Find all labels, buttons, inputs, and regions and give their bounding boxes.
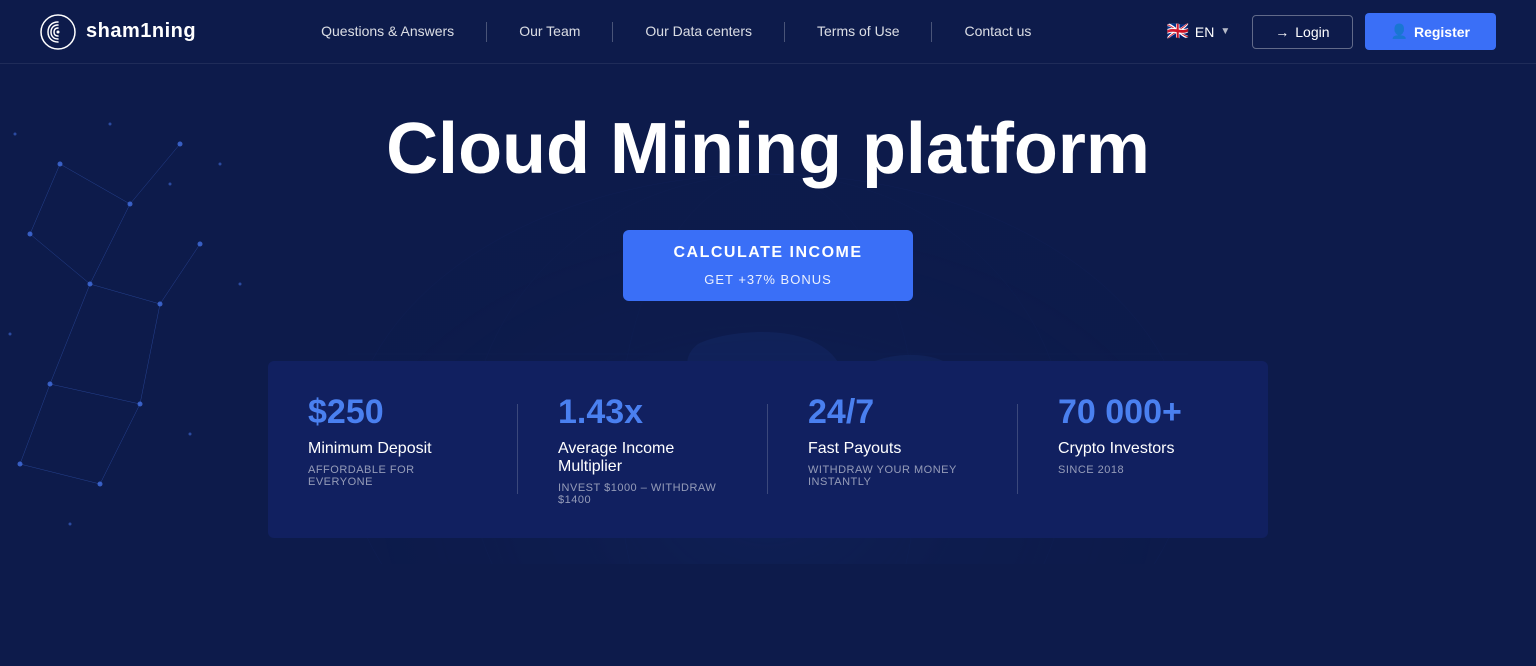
register-label: Register (1414, 24, 1470, 40)
stat-value-deposit: $250 (308, 393, 478, 432)
stat-label-payouts: Fast Payouts (808, 440, 978, 458)
stat-sublabel-deposit: AFFORDABLE FOR EVERYONE (308, 464, 478, 488)
hero-section: Cloud Mining platform CALCULATE INCOME G… (0, 64, 1536, 564)
register-button[interactable]: 👤 Register (1365, 13, 1496, 50)
stat-sublabel-investors: SINCE 2018 (1058, 464, 1228, 476)
logo-text: sham1ning (86, 20, 196, 43)
cta-button[interactable]: CALCULATE INCOME GET +37% BONUS (623, 230, 913, 301)
hero-title: Cloud Mining platform (386, 110, 1150, 189)
stat-sublabel-payouts: WITHDRAW YOUR MONEY INSTANTLY (808, 464, 978, 488)
login-button[interactable]: → Login (1252, 15, 1352, 49)
cta-sub-text: GET +37% BONUS (623, 268, 913, 301)
nav-team[interactable]: Our Team (519, 23, 580, 39)
user-icon: 👤 (1391, 23, 1408, 40)
stat-value-investors: 70 000+ (1058, 393, 1228, 432)
nav-sep-2 (612, 22, 613, 42)
main-nav: Questions & Answers Our Team Our Data ce… (321, 22, 1031, 42)
stat-sublabel-multiplier: INVEST $1000 – WITHDRAW $1400 (558, 482, 728, 506)
nav-contact[interactable]: Contact us (964, 23, 1031, 39)
logo-icon (40, 14, 76, 50)
stat-payouts: 24/7 Fast Payouts WITHDRAW YOUR MONEY IN… (768, 393, 1018, 506)
nav-sep-4 (931, 22, 932, 42)
stat-value-multiplier: 1.43x (558, 393, 728, 432)
stat-multiplier: 1.43x Average Income Multiplier INVEST $… (518, 393, 768, 506)
chevron-down-icon: ▼ (1220, 26, 1230, 37)
hero-content: Cloud Mining platform CALCULATE INCOME G… (0, 64, 1536, 564)
stat-label-investors: Crypto Investors (1058, 440, 1228, 458)
lang-code: EN (1195, 24, 1214, 40)
nav-terms[interactable]: Terms of Use (817, 23, 899, 39)
stat-label-deposit: Minimum Deposit (308, 440, 478, 458)
nav-sep-1 (486, 22, 487, 42)
language-selector[interactable]: 🇬🇧 EN ▼ (1156, 15, 1240, 48)
stats-bar: $250 Minimum Deposit AFFORDABLE FOR EVER… (268, 361, 1268, 538)
login-label: Login (1295, 24, 1329, 40)
nav-datacenters[interactable]: Our Data centers (645, 23, 752, 39)
header-right: 🇬🇧 EN ▼ → Login 👤 Register (1156, 13, 1496, 50)
stat-minimum-deposit: $250 Minimum Deposit AFFORDABLE FOR EVER… (268, 393, 518, 506)
stat-label-multiplier: Average Income Multiplier (558, 440, 728, 476)
header: sham1ning Questions & Answers Our Team O… (0, 0, 1536, 64)
login-icon: → (1275, 24, 1289, 40)
stat-investors: 70 000+ Crypto Investors SINCE 2018 (1018, 393, 1268, 506)
lang-flag: 🇬🇧 (1166, 21, 1188, 42)
logo[interactable]: sham1ning (40, 14, 196, 50)
nav-sep-3 (784, 22, 785, 42)
cta-main-text: CALCULATE INCOME (623, 230, 913, 268)
nav-qa[interactable]: Questions & Answers (321, 23, 454, 39)
stat-value-payouts: 24/7 (808, 393, 978, 432)
